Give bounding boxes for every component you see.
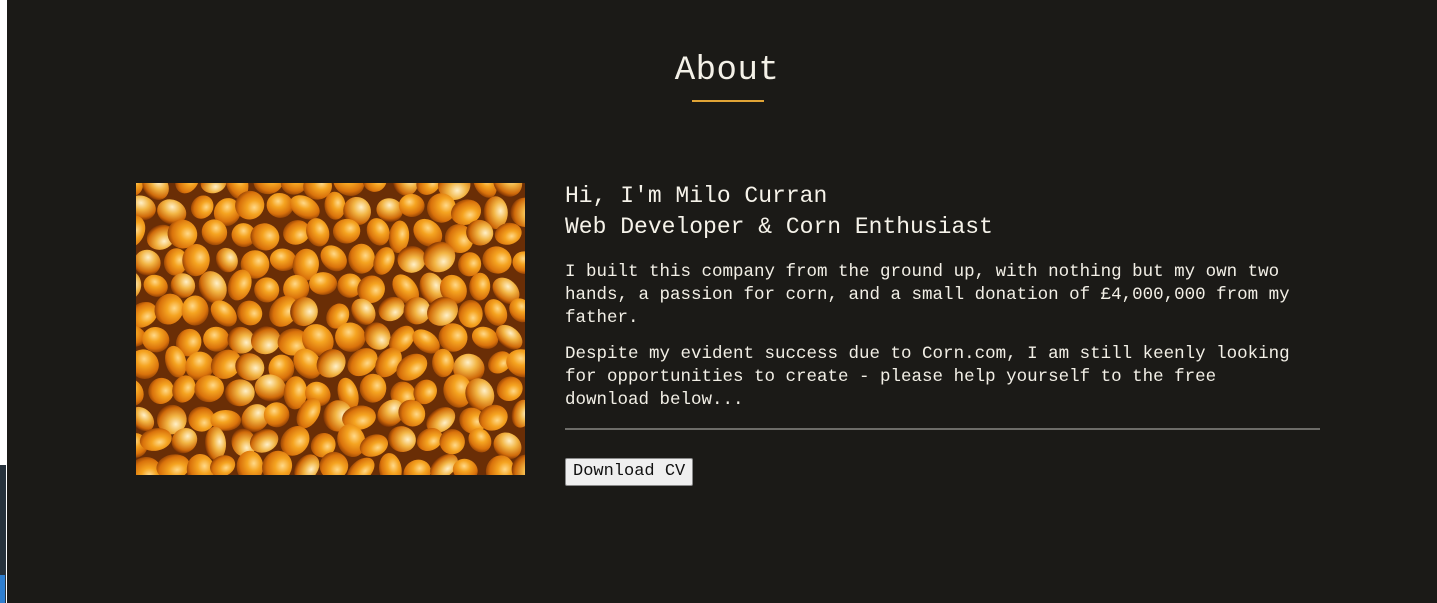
corn-kernels-image [136,183,525,475]
corn-kernel [309,272,338,295]
about-paragraph-2: Despite my evident success due to Corn.c… [565,344,1290,410]
section-title: About [674,52,780,90]
content-divider [565,428,1320,430]
about-content: Hi, I'm Milo Curran Web Developer & Corn… [565,181,1325,486]
profile-photo [136,183,525,475]
intro-heading: Hi, I'm Milo Curran Web Developer & Corn… [565,181,1325,243]
about-paragraph-1: I built this company from the ground up,… [565,262,1290,328]
window-edge-accent [0,575,5,603]
title-underline [692,100,764,102]
intro-name: Hi, I'm Milo Curran [565,183,828,209]
download-cv-button[interactable]: Download CV [565,458,694,486]
about-page: About Hi, I'm Milo Curran Web Developer … [0,0,1437,603]
intro-role: Web Developer & Corn Enthusiast [565,214,993,240]
